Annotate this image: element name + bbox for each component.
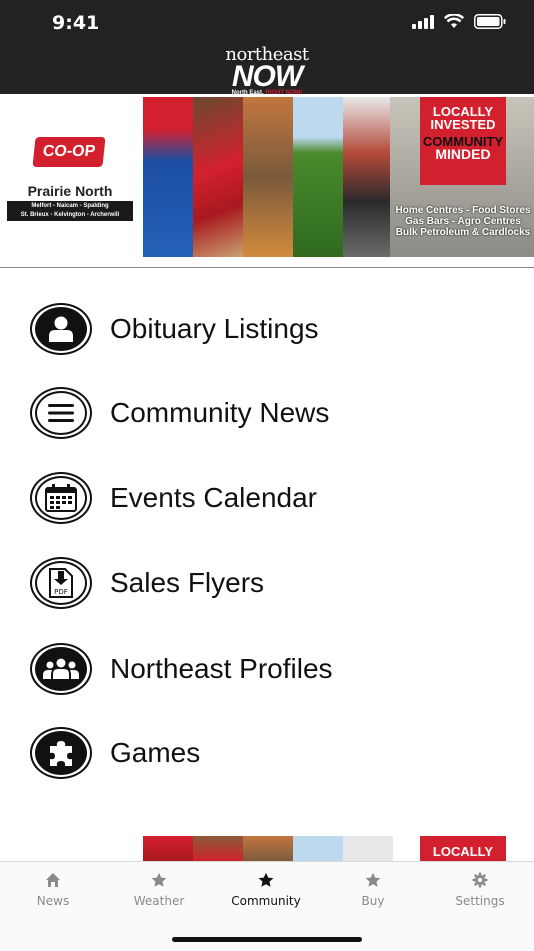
tab-bar: News Weather Community Buy Settings [0, 861, 534, 951]
logo-tagline-b: RIGHT NOW! [265, 90, 303, 96]
system-icons [412, 14, 506, 29]
logo-tagline: North East. RIGHT NOW! [0, 90, 534, 97]
tab-label: Buy [361, 894, 385, 908]
coop-logo: CO-OP [32, 137, 106, 167]
battery-icon [474, 14, 506, 29]
ad-photo-store-bottom [193, 836, 243, 862]
menu-item-label: Obituary Listings [110, 313, 319, 344]
coop-towns-line-1: Melfort - Naicam - Spalding [31, 203, 109, 209]
tab-settings[interactable]: Settings [427, 872, 533, 908]
tab-weather[interactable]: Weather [106, 872, 212, 908]
tab-label: Settings [455, 894, 505, 908]
coop-towns: Melfort - Naicam - Spalding St. Brieux -… [7, 201, 133, 221]
wifi-icon [444, 14, 464, 28]
ad-photo-worker-bottom [143, 836, 193, 862]
person-icon [30, 303, 92, 355]
menu-item-label: Community News [110, 397, 330, 428]
tab-label: News [36, 894, 70, 908]
ad-photo-worker [143, 97, 193, 257]
menu-item-obituary-listings[interactable]: Obituary Listings [30, 299, 319, 359]
coop-towns-line-2: St. Brieux - Kelvington - Archerwill [20, 212, 120, 218]
tab-label: Community [231, 894, 301, 908]
tab-news[interactable]: News [0, 872, 106, 908]
status-bar: 9:41 [0, 0, 534, 44]
menu-item-label: Sales Flyers [110, 567, 265, 598]
svg-text:PDF: PDF [54, 588, 68, 596]
menu-item-sales-flyers[interactable]: PDF Sales Flyers [30, 553, 264, 613]
gear-icon [472, 872, 488, 888]
red-box-line-4: MINDED [435, 146, 491, 162]
ad-photo-store [193, 97, 243, 257]
ad-photo-strip [143, 97, 393, 257]
home-icon [46, 873, 60, 887]
ad-services-line-2: Gas Bars - Agro Centres [405, 216, 521, 227]
home-indicator[interactable] [172, 937, 362, 942]
ad-photo-field-bottom [293, 836, 343, 862]
menu-item-label: Events Calendar [110, 482, 318, 513]
cellular-signal-icon [412, 14, 434, 29]
ad-photo-tools-bottom [343, 836, 393, 862]
northeast-now-logo: northeast NOW North East. RIGHT NOW! [0, 46, 534, 97]
pdf-icon: PDF [30, 557, 92, 609]
tab-community[interactable]: Community [213, 872, 319, 908]
status-time: 9:41 [52, 12, 100, 34]
advertisement-banner[interactable]: CO-OP Prairie North Melfort - Naicam - S… [0, 97, 534, 268]
ad-photo-tools [343, 97, 393, 257]
logo-tagline-a: North East. [231, 90, 264, 96]
list-icon [30, 387, 92, 439]
ad-photo-field [293, 97, 343, 257]
menu-item-label: Northeast Profiles [110, 653, 333, 684]
star-icon [258, 872, 274, 887]
app-header: 9:41 northeast NOW North East. RIGHT NOW [0, 0, 534, 97]
tab-label: Weather [133, 894, 185, 908]
ad-services-line-1: Home Centres - Food Stores [395, 205, 531, 216]
star-icon [151, 872, 167, 887]
menu-item-games[interactable]: Games [30, 723, 200, 783]
red-box-line-2: INVESTED [430, 117, 496, 132]
advertisement-banner-bottom[interactable]: LOCALLY [0, 836, 534, 862]
menu-item-community-news[interactable]: Community News [30, 383, 329, 443]
puzzle-icon [30, 727, 92, 779]
ad-red-box-bottom: LOCALLY [420, 836, 506, 862]
logo-text-main: NOW [231, 60, 303, 93]
coop-name: Prairie North [27, 183, 113, 199]
calendar-icon [30, 472, 92, 524]
ad-services-line-3: Bulk Petroleum & Cardlocks [395, 227, 531, 238]
ad-red-box: LOCALLY INVESTED COMMUNITY MINDED [420, 97, 506, 185]
ad-photo-produce [243, 97, 293, 257]
menu-item-northeast-profiles[interactable]: Northeast Profiles [30, 639, 333, 699]
ad-services: Home Centres - Food Stores Gas Bars - Ag… [392, 205, 534, 238]
ad-photo-produce-bottom [243, 836, 293, 862]
star-icon [365, 872, 381, 887]
coop-logo-text: CO-OP [41, 143, 97, 160]
menu-item-events-calendar[interactable]: Events Calendar [30, 468, 317, 528]
tab-buy[interactable]: Buy [320, 872, 426, 908]
menu-item-label: Games [110, 737, 201, 768]
group-icon [30, 643, 92, 695]
